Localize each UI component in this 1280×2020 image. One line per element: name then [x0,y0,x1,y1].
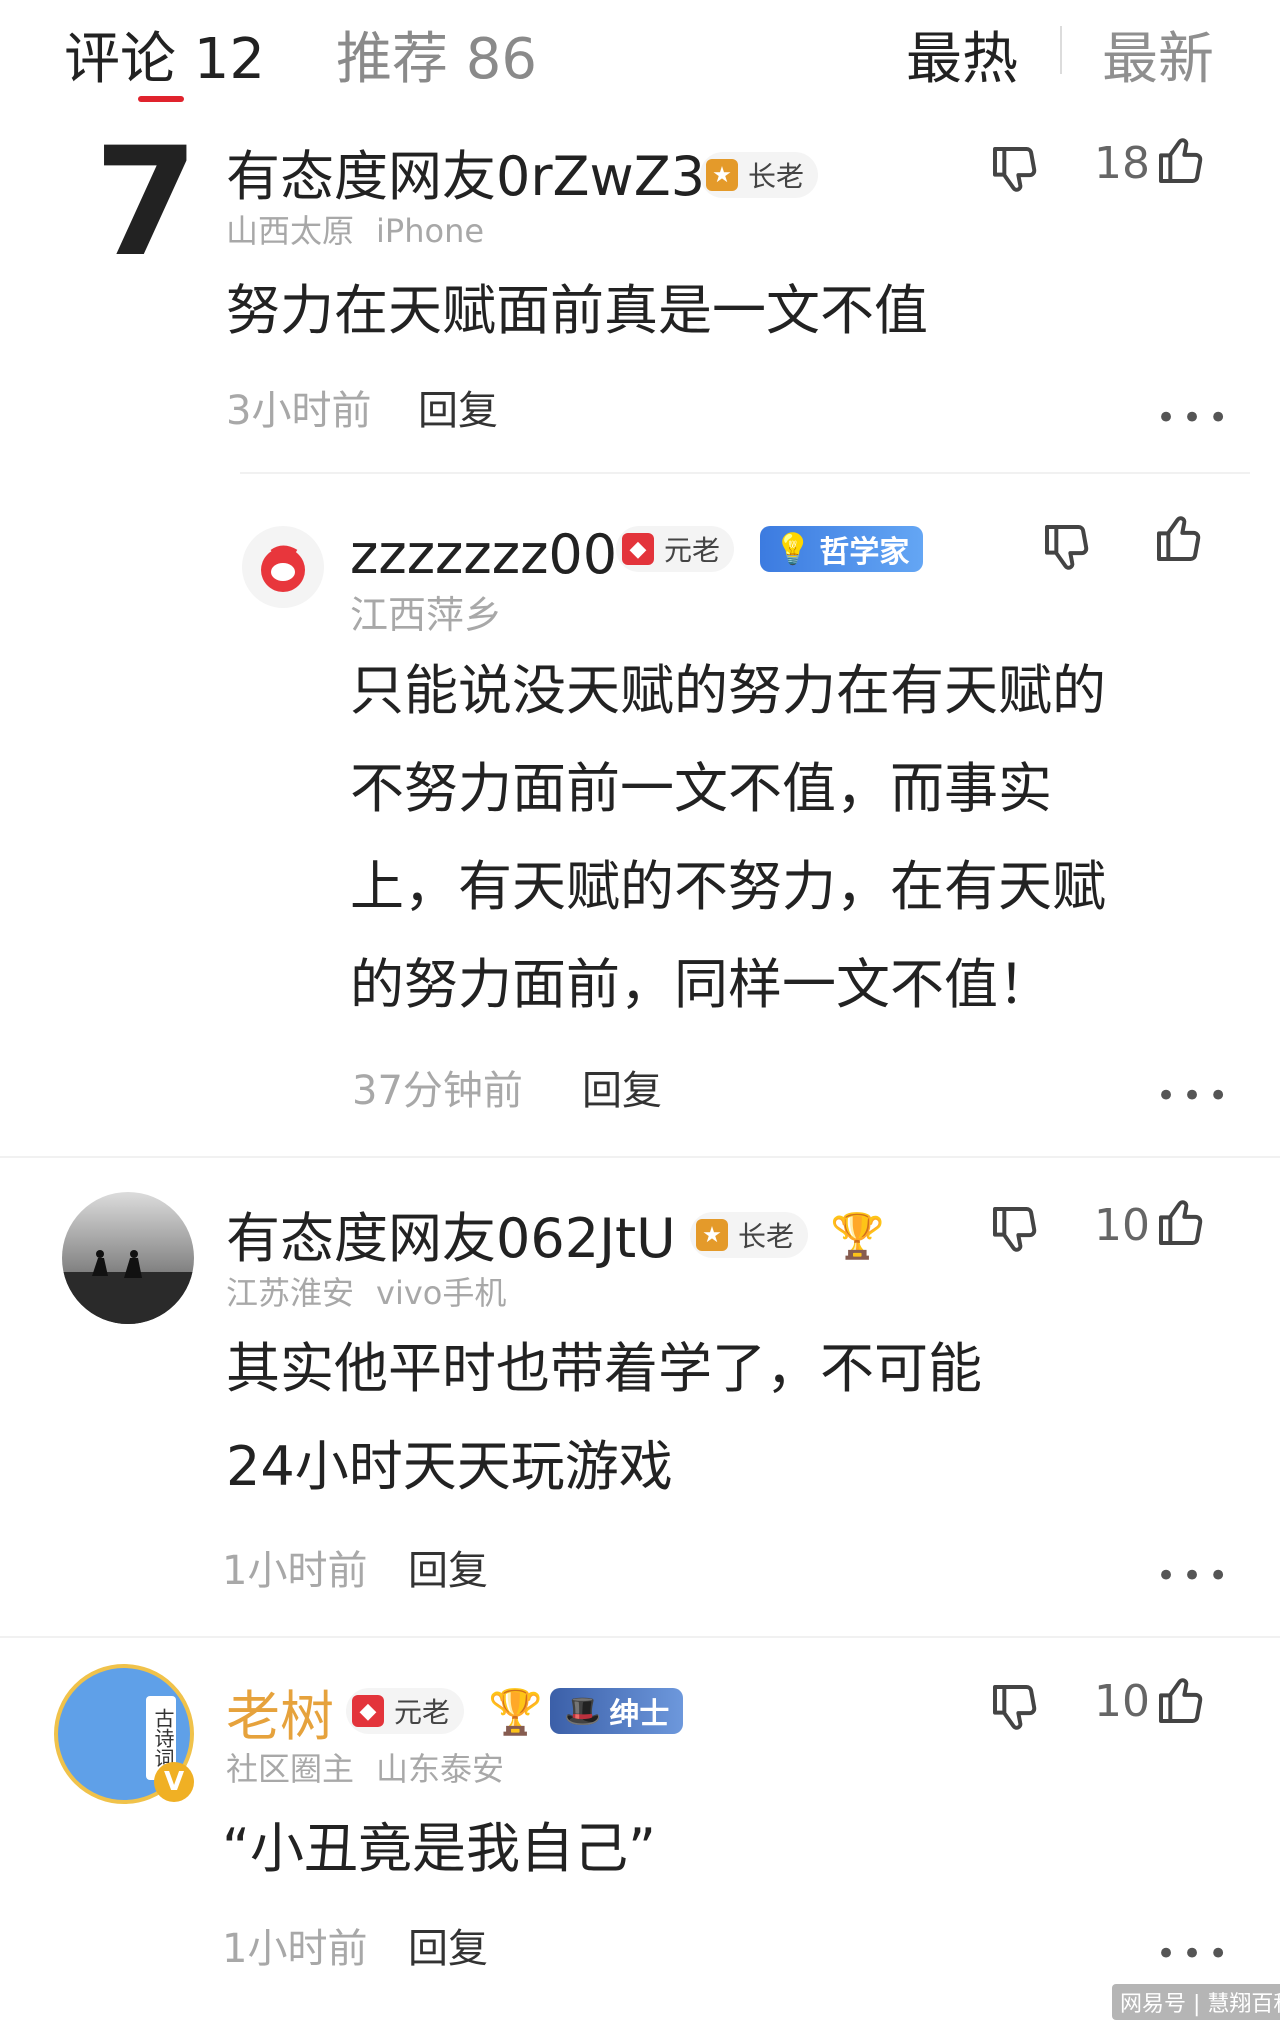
comment-text: 其实他平时也带着学了，不可能 24小时天天玩游戏 [226,1320,1186,1516]
location-text: 山东泰安 [376,1750,505,1788]
avatar[interactable] [242,526,324,608]
rank-number: 7 [94,116,199,290]
reply-button[interactable]: 回复 [408,1538,488,1596]
title-badge-label: 哲学家 [819,535,910,570]
more-options-button[interactable]: ••• [1156,398,1234,438]
watermark-text: 网易号 | 慧翔百科 [1120,1992,1280,2017]
user-location: 江西萍乡 [350,584,524,639]
thumbs-up-icon[interactable] [1154,1672,1210,1728]
shield-icon: ◆ [622,533,654,565]
username[interactable]: 有态度网友0rZwZ3 [226,150,705,204]
avatar-image [261,545,305,592]
reply-button[interactable]: 回复 [408,1916,488,1974]
sort-hot-button[interactable]: 最热 [906,14,1018,95]
location-text: 山西太原 [226,212,355,250]
comment-time: 37分钟前 [352,1068,523,1114]
thumbs-up-icon[interactable] [1154,132,1210,188]
comment-line: 上，有天赋的不努力，在有天赋 [350,855,1106,918]
top-hat-icon: 🎩 [564,1693,602,1729]
device-text: iPhone [376,212,485,250]
sort-new-button[interactable]: 最新 [1102,14,1214,95]
shield-icon: ◆ [352,1695,384,1727]
comment-time: 1小时前 [222,1926,368,1972]
more-options-button[interactable]: ••• [1156,1076,1234,1116]
title-badge: 🎩 绅士 [550,1688,684,1734]
username[interactable]: 有态度网友062JtU [226,1212,676,1266]
comment-line: 只能说没天赋的努力在有天赋的 [350,659,1106,722]
username[interactable]: zzzzzzz00 [350,528,617,582]
comment-line: 24小时天天玩游戏 [226,1435,673,1498]
user-location: 江苏淮安 vivo手机 [226,1268,528,1314]
verified-badge: V [154,1762,194,1802]
avatar[interactable] [62,1192,194,1324]
thumbs-up-icon[interactable] [1152,510,1208,566]
badge-label: 元老 [394,1696,451,1729]
lightbulb-icon: 💡 [774,531,812,567]
title-badge-label: 绅士 [609,1697,670,1732]
comment-time: 3小时前 [226,388,372,434]
star-icon: ★ [696,1219,728,1251]
thumbs-down-icon[interactable] [1040,520,1096,576]
level-badge: ★ 长老 [690,1212,809,1258]
location-text: 江西萍乡 [350,593,503,637]
more-options-button[interactable]: ••• [1156,1934,1234,1974]
divider [0,1156,1280,1158]
level-badge: ◆ 元老 [346,1688,465,1734]
active-tab-indicator [138,96,184,102]
star-icon: ★ [706,159,738,191]
user-location: 社区圈主 山东泰安 [226,1744,526,1790]
comment-text: “小丑竟是我自己” [222,1817,656,1880]
thumbs-down-icon[interactable] [988,1202,1044,1258]
comment-line: 不努力面前一文不值，而事实 [350,757,1052,820]
avatar-image [62,1250,194,1324]
badge-label: 长老 [738,1220,795,1253]
more-options-button[interactable]: ••• [1156,1556,1234,1596]
like-count: 10 [1094,1200,1150,1251]
like-count: 10 [1094,1676,1150,1727]
location-text: 江苏淮安 [226,1274,355,1312]
user-location: 山西太原 iPhone [226,206,506,252]
like-count: 18 [1094,138,1150,189]
comment-time: 1小时前 [222,1548,368,1594]
comment-line: 的努力面前，同样一文不值！ [350,953,1052,1016]
device-text: vivo手机 [376,1274,507,1312]
thumbs-down-icon[interactable] [988,142,1044,198]
tab-comments[interactable]: 评论 12 [64,14,265,95]
trophy-icon: 🏆 [488,1687,543,1738]
divider [0,1636,1280,1638]
divider [240,472,1250,474]
reply-button[interactable]: 回复 [418,378,498,436]
trophy-icon: 🏆 [830,1211,885,1262]
level-badge: ◆ 元老 [616,526,735,572]
tab-recommend[interactable]: 推荐 86 [336,14,537,95]
reply-button[interactable]: 回复 [582,1058,662,1116]
comment-text: 只能说没天赋的努力在有天赋的 不努力面前一文不值，而事实 上，有天赋的不努力，在… [350,642,1230,1034]
sort-divider [1060,26,1062,74]
badge-label: 元老 [664,534,721,567]
thumbs-up-icon[interactable] [1154,1194,1210,1250]
badge-label: 长老 [748,160,805,193]
community-role: 社区圈主 [226,1750,355,1788]
title-badge: 💡 哲学家 [760,526,924,572]
username[interactable]: 老树 [226,1690,334,1744]
watermark: 网易号 | 慧翔百科 [1112,1984,1280,2020]
thumbs-down-icon[interactable] [988,1680,1044,1736]
level-badge: ★ 长老 [700,152,819,198]
comment-line: 其实他平时也带着学了，不可能 [226,1337,982,1400]
comment-text: 努力在天赋面前真是一文不值 [226,279,928,342]
